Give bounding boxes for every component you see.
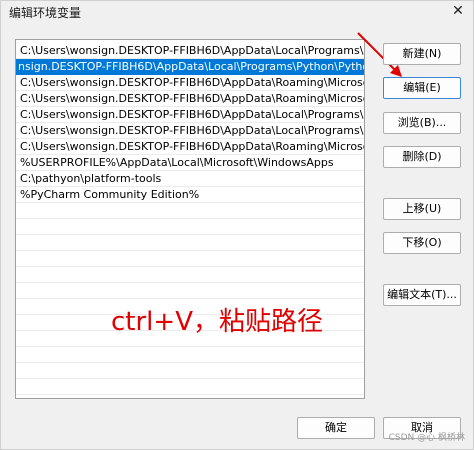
list-item[interactable]: %USERPROFILE%\AppData\Local\Microsoft\Wi… <box>16 155 364 171</box>
edit-environment-variable-dialog: 编辑环境变量 ✕ C:\Users\wonsign.DESKTOP-FFIBH6… <box>0 0 474 450</box>
list-divider <box>16 250 364 251</box>
list-item-text: C:\Users\wonsign.DESKTOP-FFIBH6D\AppData… <box>20 76 365 89</box>
ok-button[interactable]: 确定 <box>297 417 375 439</box>
list-item[interactable]: C:\Users\wonsign.DESKTOP-FFIBH6D\AppData… <box>16 107 365 123</box>
window-title: 编辑环境变量 <box>9 6 82 20</box>
list-item-text: %PyCharm Community Edition% <box>20 188 200 201</box>
list-item-text: C:\pathyon\platform-tools <box>20 172 162 185</box>
move-down-button[interactable]: 下移(O) <box>383 232 461 254</box>
list-item-text: nsign.DESKTOP-FFIBH6D\AppData\Local\Prog… <box>18 60 365 73</box>
list-item[interactable]: %PyCharm Community Edition% <box>16 187 364 203</box>
list-item-text: C:\Users\wonsign.DESKTOP-FFIBH6D\AppData… <box>20 108 365 121</box>
list-item-text: C:\Users\wonsign.DESKTOP-FFIBH6D\AppData… <box>20 92 365 105</box>
list-item[interactable]: C:\Users\wonsign.DESKTOP-FFIBH6D\AppData… <box>16 75 365 91</box>
title-bar: 编辑环境变量 ✕ <box>1 1 473 23</box>
list-item[interactable]: C:\Users\wonsign.DESKTOP-FFIBH6D\AppData… <box>16 139 365 155</box>
list-divider <box>16 266 364 267</box>
list-divider <box>16 234 364 235</box>
list-item[interactable]: C:\Users\wonsign.DESKTOP-FFIBH6D\AppData… <box>16 43 365 59</box>
annotation-text: ctrl+V，粘贴路径 <box>111 307 323 337</box>
close-icon[interactable]: ✕ <box>447 1 469 21</box>
list-divider <box>16 394 364 395</box>
list-divider <box>16 362 364 363</box>
list-divider <box>16 298 364 299</box>
list-divider <box>16 282 364 283</box>
path-list[interactable]: C:\Users\wonsign.DESKTOP-FFIBH6D\AppData… <box>15 39 365 399</box>
watermark: CSDN @心 枫桥林 <box>388 433 465 443</box>
list-item-text: C:\Users\wonsign.DESKTOP-FFIBH6D\AppData… <box>20 124 365 137</box>
list-item-text: C:\Users\wonsign.DESKTOP-FFIBH6D\AppData… <box>20 140 365 153</box>
list-divider <box>16 378 364 379</box>
list-divider <box>16 218 364 219</box>
list-item[interactable]: C:\pathyon\platform-tools <box>16 171 364 187</box>
browse-button[interactable]: 浏览(B)... <box>383 112 461 134</box>
list-item[interactable]: C:\Users\wonsign.DESKTOP-FFIBH6D\AppData… <box>16 123 365 139</box>
move-up-button[interactable]: 上移(U) <box>383 198 461 220</box>
list-divider <box>16 346 364 347</box>
list-item-text: C:\Users\wonsign.DESKTOP-FFIBH6D\AppData… <box>20 44 365 57</box>
list-item-text: %USERPROFILE%\AppData\Local\Microsoft\Wi… <box>20 156 334 169</box>
list-item[interactable]: nsign.DESKTOP-FFIBH6D\AppData\Local\Prog… <box>16 59 365 75</box>
edit-text-button[interactable]: 编辑文本(T)... <box>383 284 461 306</box>
delete-button[interactable]: 删除(D) <box>383 146 461 168</box>
edit-button[interactable]: 编辑(E) <box>383 77 461 99</box>
list-item[interactable]: C:\Users\wonsign.DESKTOP-FFIBH6D\AppData… <box>16 91 365 107</box>
new-button[interactable]: 新建(N) <box>383 43 461 65</box>
